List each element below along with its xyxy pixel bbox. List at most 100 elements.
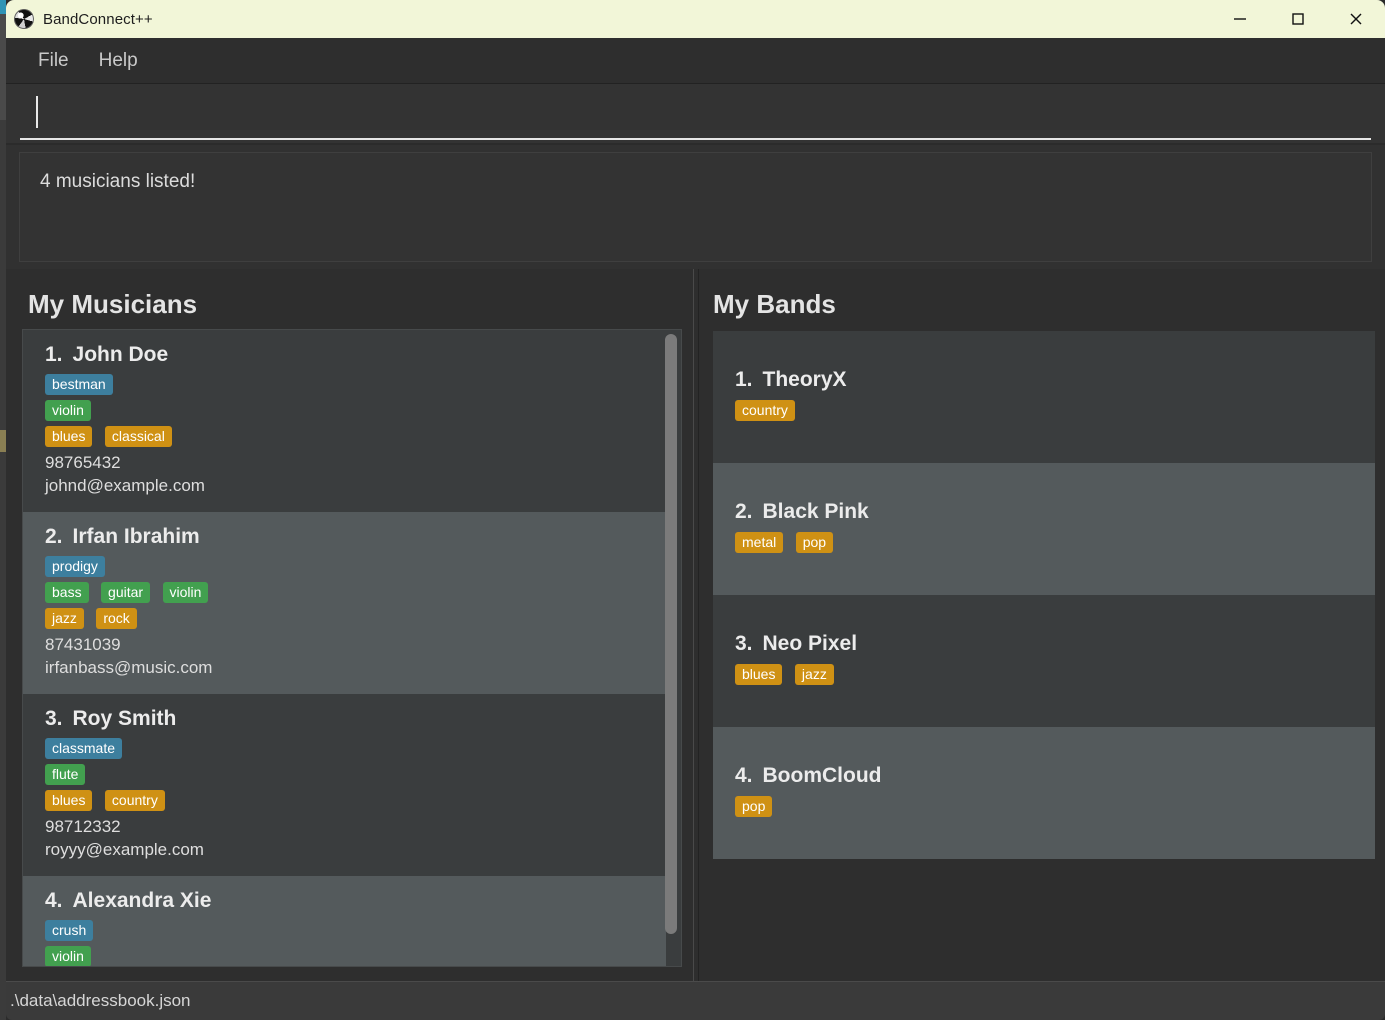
- instrument-tag: violin: [162, 581, 209, 603]
- relation-tag: bestman: [45, 374, 113, 395]
- band-card[interactable]: 2. Black Pink metal pop: [713, 463, 1375, 595]
- genre-tag: pop: [795, 532, 834, 553]
- genre-tag: pop: [735, 796, 773, 817]
- musician-index: 3.: [45, 706, 63, 730]
- genre-tag: jazz: [45, 607, 84, 629]
- close-button[interactable]: [1327, 0, 1385, 38]
- musician-name: John Doe: [72, 343, 169, 366]
- musician-phone: 87431039: [45, 634, 121, 654]
- band-name: TheoryX: [762, 368, 847, 391]
- globe-icon: [14, 9, 34, 29]
- title-bar: BandConnect++: [6, 0, 1385, 38]
- musician-name: Alexandra Xie: [72, 888, 212, 912]
- instrument-tag: violin: [45, 400, 91, 421]
- musician-name: Irfan Ibrahim: [72, 524, 200, 548]
- maximize-button[interactable]: [1269, 0, 1327, 38]
- instrument-tag: violin: [45, 945, 91, 966]
- band-card[interactable]: 3. Neo Pixel blues jazz: [713, 595, 1375, 727]
- command-box: [6, 83, 1385, 143]
- band-index: 1.: [735, 368, 753, 391]
- genre-tag: country: [735, 400, 795, 421]
- musicians-scrollbar-thumb[interactable]: [665, 334, 677, 934]
- minimize-button[interactable]: [1211, 0, 1269, 38]
- musician-name-row: 3. Roy Smith: [45, 707, 666, 731]
- musician-relation-tags: bestman: [45, 374, 666, 395]
- band-genre-tags: metal pop: [735, 532, 1375, 553]
- relation-tag: prodigy: [45, 555, 105, 577]
- band-name-row: 3. Neo Pixel: [735, 632, 1375, 656]
- band-index: 3.: [735, 632, 753, 655]
- musician-relation-tags: crush: [45, 919, 666, 941]
- musician-instrument-tags: violin: [45, 400, 666, 421]
- musician-phone: 98712332: [45, 816, 121, 836]
- instrument-tag: bass: [45, 581, 89, 603]
- band-name: BoomCloud: [762, 764, 882, 787]
- musician-relation-tags: prodigy: [45, 555, 666, 577]
- band-name-row: 1. TheoryX: [735, 368, 1375, 392]
- window-title: BandConnect++: [43, 10, 153, 28]
- band-index: 2.: [735, 500, 753, 523]
- musician-genre-tags: jazz rock: [45, 607, 666, 629]
- band-card[interactable]: 1. TheoryX country: [713, 331, 1375, 463]
- musician-card[interactable]: 3. Roy Smith classmate flute blues countr…: [23, 693, 666, 876]
- band-genre-tags: pop: [735, 796, 1375, 817]
- genre-tag: rock: [96, 607, 137, 629]
- musician-email: johnd@example.com: [45, 475, 205, 495]
- save-location-path: .\data\addressbook.json: [10, 991, 191, 1010]
- musician-card[interactable]: 4.Alexandra Xie crush violin blues jazz …: [23, 875, 666, 966]
- relation-tag: crush: [45, 919, 94, 941]
- musician-index: 4.: [45, 888, 63, 912]
- genre-tag: blues: [735, 664, 783, 685]
- musician-genre-tags: blues classical: [45, 426, 666, 447]
- result-message: 4 musicians listed!: [19, 152, 1372, 262]
- band-card[interactable]: 4. BoomCloud pop: [713, 727, 1375, 859]
- band-index: 4.: [735, 764, 753, 787]
- menu-item-help[interactable]: Help: [87, 48, 150, 74]
- musician-name-row: 4. Alexandra Xie: [45, 889, 666, 913]
- musicians-scrollbar[interactable]: [665, 334, 677, 964]
- musician-card[interactable]: 2. Irfan Ibrahim prodigy bass guitar viol…: [23, 511, 666, 694]
- musician-name-row: 1. John Doe: [45, 343, 666, 367]
- musician-card[interactable]: 1. John Doe bestman violin blues classica…: [23, 330, 666, 512]
- genre-tag: classical: [104, 426, 172, 447]
- command-input[interactable]: [36, 94, 1356, 130]
- musicians-panel: My Musicians 1. John Doe bestman violin: [6, 269, 693, 981]
- band-genre-tags: blues jazz: [735, 664, 1375, 685]
- musician-phone: 98765432: [45, 453, 121, 472]
- relation-tag: classmate: [45, 737, 123, 759]
- maximize-icon: [1292, 13, 1304, 25]
- status-bar: .\data\addressbook.json: [6, 981, 1385, 1020]
- musicians-list: 1. John Doe bestman violin blues classica…: [22, 329, 682, 967]
- main-content: My Musicians 1. John Doe bestman violin: [6, 269, 1385, 981]
- musician-instrument-tags: bass guitar violin: [45, 581, 666, 603]
- genre-tag: blues: [45, 426, 93, 447]
- musician-name-row: 2. Irfan Ibrahim: [45, 525, 666, 549]
- instrument-tag: guitar: [101, 581, 151, 603]
- genre-tag: blues: [45, 789, 93, 811]
- bands-list: 1. TheoryX country 2. Black Pink metal pop: [713, 331, 1375, 967]
- application-window: BandConnect++ File Help 4 musicians list…: [0, 0, 1385, 1020]
- musicians-panel-title: My Musicians: [28, 289, 198, 319]
- band-genre-tags: country: [735, 400, 1375, 421]
- command-field[interactable]: [20, 84, 1371, 140]
- bands-panel: My Bands 1. TheoryX country 2. Black Pink: [699, 269, 1385, 981]
- musician-email: irfanbass@music.com: [45, 657, 213, 677]
- musician-name: Roy Smith: [72, 706, 177, 730]
- band-name: Neo Pixel: [762, 632, 858, 655]
- result-display-area: 4 musicians listed!: [6, 145, 1385, 269]
- band-name-row: 4. BoomCloud: [735, 764, 1375, 788]
- genre-tag: jazz: [794, 664, 834, 685]
- genre-tag: metal: [735, 532, 784, 553]
- musician-genre-tags: blues country: [45, 789, 666, 811]
- window-controls: [1211, 0, 1385, 38]
- musician-instrument-tags: violin: [45, 945, 666, 966]
- musician-instrument-tags: flute: [45, 763, 666, 785]
- band-name-row: 2. Black Pink: [735, 500, 1375, 524]
- instrument-tag: flute: [45, 763, 86, 785]
- minimize-icon: [1234, 18, 1246, 20]
- musician-email: royyy@example.com: [45, 839, 204, 859]
- musician-index: 2.: [45, 524, 63, 548]
- menu-item-file[interactable]: File: [26, 48, 81, 74]
- band-name: Black Pink: [762, 500, 869, 523]
- genre-tag: country: [104, 789, 165, 811]
